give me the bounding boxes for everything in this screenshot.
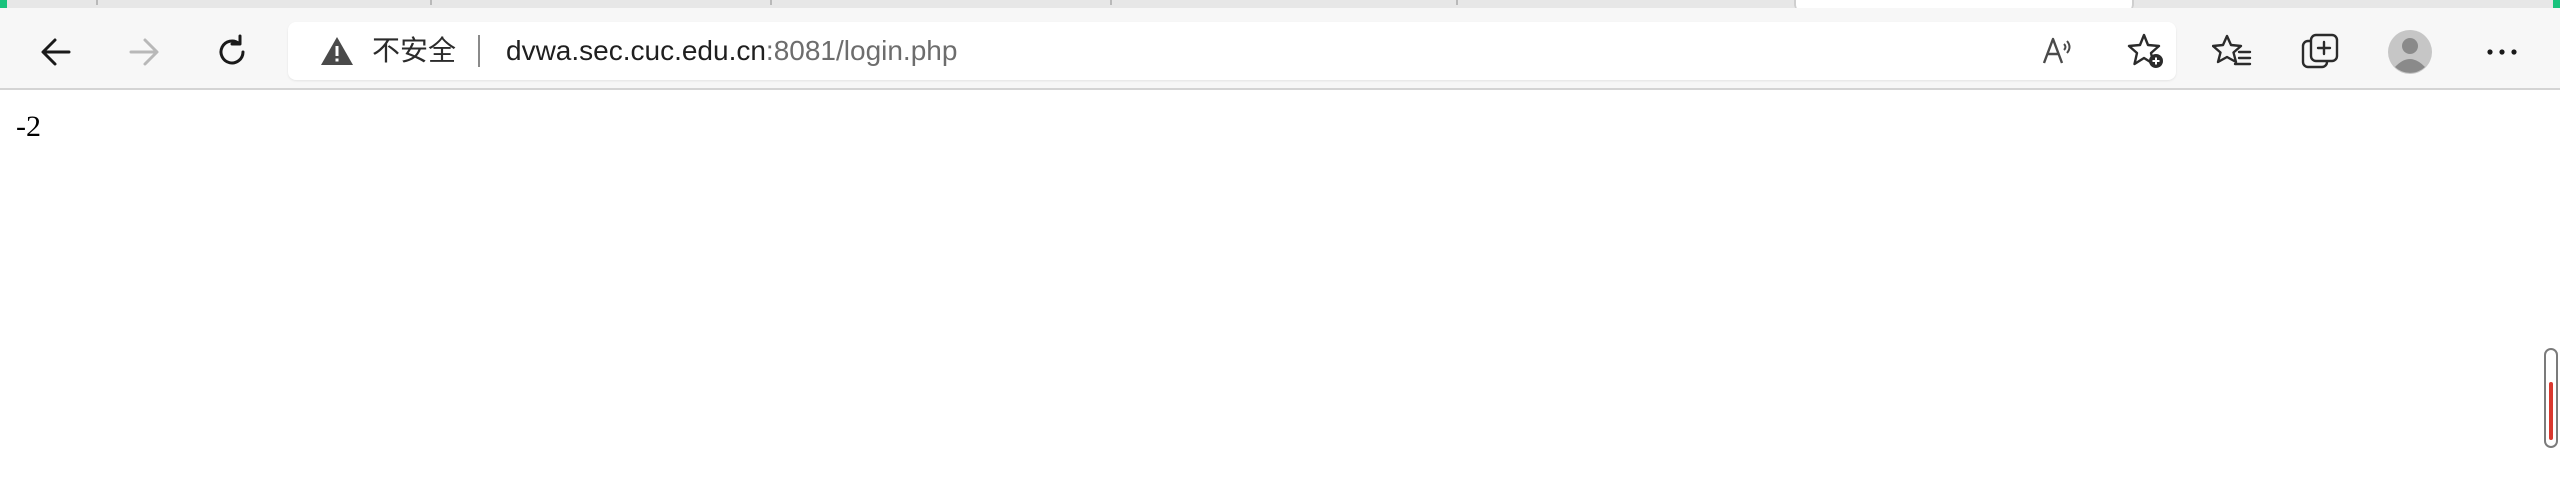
refresh-icon — [219, 34, 245, 65]
profile-avatar-icon — [2388, 30, 2432, 74]
read-aloud-button[interactable] — [2038, 31, 2078, 71]
page-content: -2 — [0, 92, 2560, 482]
url-path: :8081/login.php — [765, 35, 958, 66]
add-favorite-icon — [2127, 33, 2163, 68]
url-text[interactable]: dvwa.sec.cuc.edu.cn:8081/login.php — [506, 32, 957, 70]
tab-separator — [770, 0, 772, 5]
back-button[interactable] — [32, 28, 80, 76]
forward-arrow-icon — [129, 38, 159, 66]
collections-button[interactable] — [2296, 28, 2344, 76]
scroll-thumb[interactable] — [2549, 382, 2553, 440]
read-aloud-icon — [2042, 37, 2071, 64]
page-body-text: -2 — [16, 110, 41, 143]
tab-separator — [96, 0, 98, 5]
more-options-icon — [2487, 49, 2517, 55]
tab-separator — [1456, 0, 1458, 5]
add-favorite-button[interactable] — [2126, 31, 2166, 71]
security-status-label[interactable]: 不安全 — [372, 32, 456, 70]
address-bar[interactable]: 不安全 dvwa.sec.cuc.edu.cn:8081/login.php — [288, 22, 2176, 80]
more-options-button[interactable] — [2478, 28, 2526, 76]
collections-icon — [2301, 33, 2339, 69]
profile-button[interactable] — [2386, 28, 2434, 76]
address-divider — [478, 35, 480, 67]
forward-button[interactable] — [120, 28, 168, 76]
tab-separator — [430, 0, 432, 5]
favorites-button[interactable] — [2208, 28, 2256, 76]
browser-window: 不安全 dvwa.sec.cuc.edu.cn:8081/login.php -… — [0, 0, 2560, 482]
url-host: dvwa.sec.cuc.edu.cn — [506, 35, 766, 66]
browser-toolbar: 不安全 dvwa.sec.cuc.edu.cn:8081/login.php — [0, 8, 2560, 90]
warning-triangle-icon[interactable] — [320, 35, 354, 67]
favorites-icon — [2212, 34, 2252, 66]
back-arrow-icon — [41, 38, 71, 66]
refresh-button[interactable] — [208, 28, 256, 76]
scroll-indicator[interactable] — [2544, 348, 2558, 448]
tab-separator — [1110, 0, 1112, 5]
